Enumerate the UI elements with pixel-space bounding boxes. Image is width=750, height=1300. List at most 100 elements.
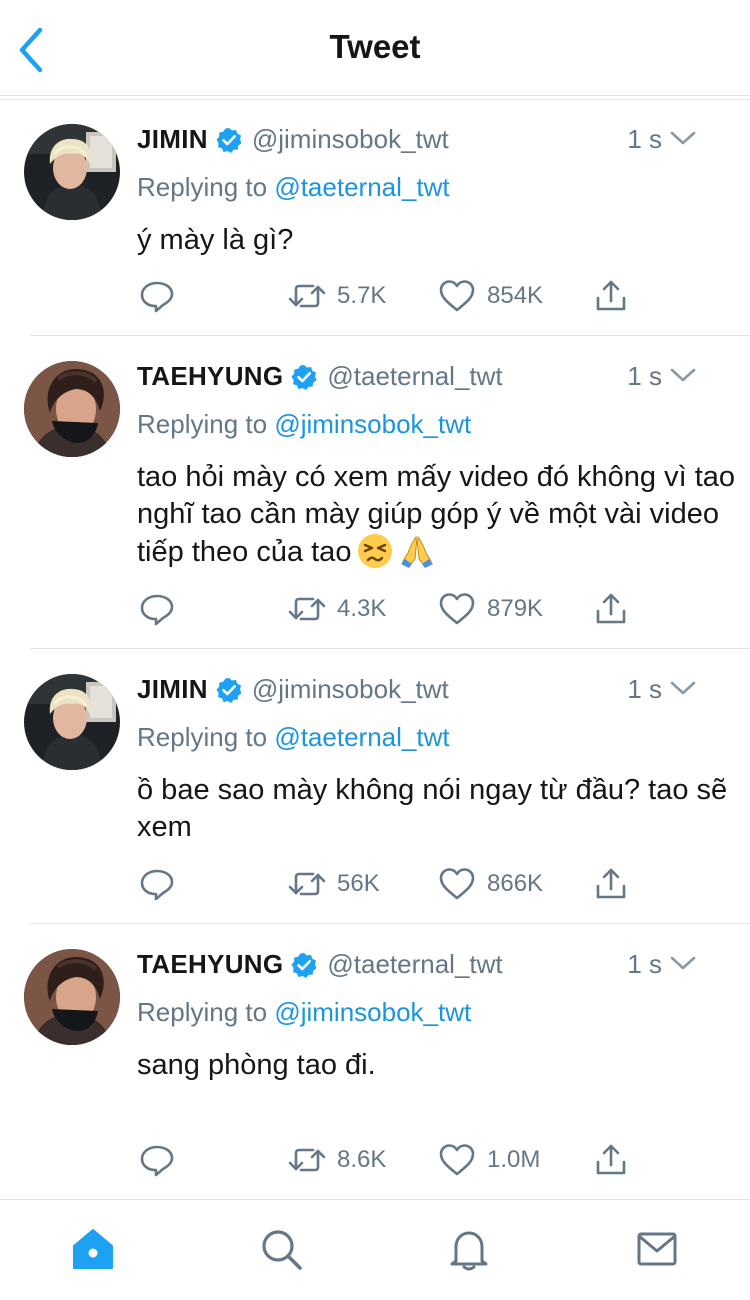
heart-icon	[437, 1140, 477, 1180]
tweet-header: TAEHYUNG @taeternal_twt 1 s	[137, 361, 726, 401]
retweet-icon	[287, 276, 327, 316]
tweet-actions: 5.7K 854K	[137, 276, 657, 316]
search-icon	[262, 1230, 302, 1270]
replying-to: Replying to @taeternal_twt	[137, 722, 450, 753]
user-handle[interactable]: @taeternal_twt	[327, 361, 502, 391]
reply-button[interactable]	[137, 1140, 177, 1180]
tab-search[interactable]	[258, 1226, 304, 1272]
reply-icon	[137, 276, 177, 316]
mention-link[interactable]: @taeternal_twt	[274, 172, 449, 202]
replying-to: Replying to @jiminsobok_twt	[137, 409, 471, 440]
display-name[interactable]: JIMIN	[137, 124, 208, 154]
verified-badge-icon	[216, 677, 242, 703]
tweet-text-content: tao hỏi mày có xem mấy video đó không vì…	[137, 461, 736, 568]
bell-icon	[450, 1231, 488, 1271]
tab-messages[interactable]	[634, 1226, 680, 1272]
page-title: Tweet	[329, 28, 421, 65]
user-handle[interactable]: @taeternal_twt	[327, 949, 502, 979]
reply-button[interactable]	[137, 276, 177, 316]
share-icon	[591, 864, 631, 904]
share-button[interactable]	[591, 864, 631, 904]
mention-link[interactable]: @jiminsobok_twt	[274, 409, 471, 439]
reply-button[interactable]	[137, 589, 177, 629]
divider	[30, 923, 750, 924]
replying-label: Replying to	[137, 409, 268, 439]
retweet-icon	[287, 864, 327, 904]
verified-badge-icon	[291, 364, 317, 390]
display-name[interactable]: JIMIN	[137, 674, 208, 704]
like-count: 866K	[487, 870, 544, 897]
retweet-count: 8.6K	[337, 1146, 387, 1173]
retweet-button[interactable]: 5.7K	[287, 276, 386, 316]
heart-icon	[437, 864, 477, 904]
retweet-icon	[287, 1140, 327, 1180]
user-handle[interactable]: @jiminsobok_twt	[252, 674, 449, 704]
tab-notifications[interactable]	[446, 1226, 492, 1272]
like-button[interactable]: 854K	[437, 276, 543, 316]
share-icon	[591, 1140, 631, 1180]
tweet-text: sang phòng tao đi.	[137, 1049, 376, 1081]
reply-button[interactable]	[137, 864, 177, 904]
retweet-button[interactable]: 4.3K	[287, 589, 386, 629]
chevron-down-icon[interactable]	[670, 953, 696, 975]
timestamp: 1 s	[627, 361, 662, 391]
share-icon	[591, 589, 631, 629]
timestamp: 1 s	[627, 949, 662, 979]
tweet-header: JIMIN @jiminsobok_twt 1 s	[137, 674, 726, 714]
retweet-count: 5.7K	[337, 282, 387, 309]
like-count: 879K	[487, 595, 544, 622]
tab-home[interactable]	[70, 1226, 116, 1272]
top-bar: Tweet	[0, 0, 750, 96]
replying-label: Replying to	[137, 997, 268, 1027]
retweet-count: 56K	[337, 870, 380, 897]
divider	[30, 335, 750, 336]
mention-link[interactable]: @taeternal_twt	[274, 722, 449, 752]
reply-icon	[137, 864, 177, 904]
timestamp: 1 s	[627, 124, 662, 154]
reply-icon	[137, 1140, 177, 1180]
avatar[interactable]	[24, 949, 120, 1045]
chevron-down-icon[interactable]	[670, 128, 696, 150]
retweet-button[interactable]: 56K	[287, 864, 380, 904]
divider	[30, 648, 750, 649]
verified-badge-icon	[291, 952, 317, 978]
tweet-header: JIMIN @jiminsobok_twt 1 s	[137, 124, 726, 164]
chevron-down-icon[interactable]	[670, 365, 696, 387]
like-button[interactable]: 1.0M	[437, 1140, 540, 1180]
avatar[interactable]	[24, 674, 120, 770]
like-button[interactable]: 866K	[437, 864, 543, 904]
share-button[interactable]	[591, 589, 631, 629]
verified-badge-icon	[216, 127, 242, 153]
mention-link[interactable]: @jiminsobok_twt	[274, 997, 471, 1027]
replying-label: Replying to	[137, 722, 268, 752]
bottom-tab-bar	[0, 1199, 750, 1300]
display-name[interactable]: TAEHYUNG	[137, 361, 283, 391]
user-handle[interactable]: @jiminsobok_twt	[252, 124, 449, 154]
share-button[interactable]	[591, 1140, 631, 1180]
reply-icon	[137, 589, 177, 629]
tweet-text: ồ bae sao mày không nói ngay từ đầu? tao…	[137, 774, 728, 843]
share-icon	[591, 276, 631, 316]
heart-icon	[437, 589, 477, 629]
replying-label: Replying to	[137, 172, 268, 202]
folded-hands-emoji-icon	[399, 533, 435, 569]
like-button[interactable]: 879K	[437, 589, 543, 629]
retweet-icon	[287, 589, 327, 629]
retweet-button[interactable]: 8.6K	[287, 1140, 386, 1180]
share-button[interactable]	[591, 276, 631, 316]
tweet-actions: 4.3K 879K	[137, 589, 657, 629]
chevron-down-icon[interactable]	[670, 678, 696, 700]
tweet-actions: 8.6K 1.0M	[137, 1140, 657, 1180]
replying-to: Replying to @taeternal_twt	[137, 172, 450, 203]
avatar[interactable]	[24, 361, 120, 457]
replying-to: Replying to @jiminsobok_twt	[137, 997, 471, 1028]
heart-icon	[437, 276, 477, 316]
tweet-text: ý mày là gì?	[137, 224, 294, 256]
tweet-text: tao hỏi mày có xem mấy video đó không vì…	[137, 459, 737, 571]
divider	[0, 99, 750, 100]
avatar[interactable]	[24, 124, 120, 220]
timestamp: 1 s	[627, 674, 662, 704]
tweet-actions: 56K 866K	[137, 864, 657, 904]
persevering-face-emoji-icon	[357, 533, 393, 569]
display-name[interactable]: TAEHYUNG	[137, 949, 283, 979]
